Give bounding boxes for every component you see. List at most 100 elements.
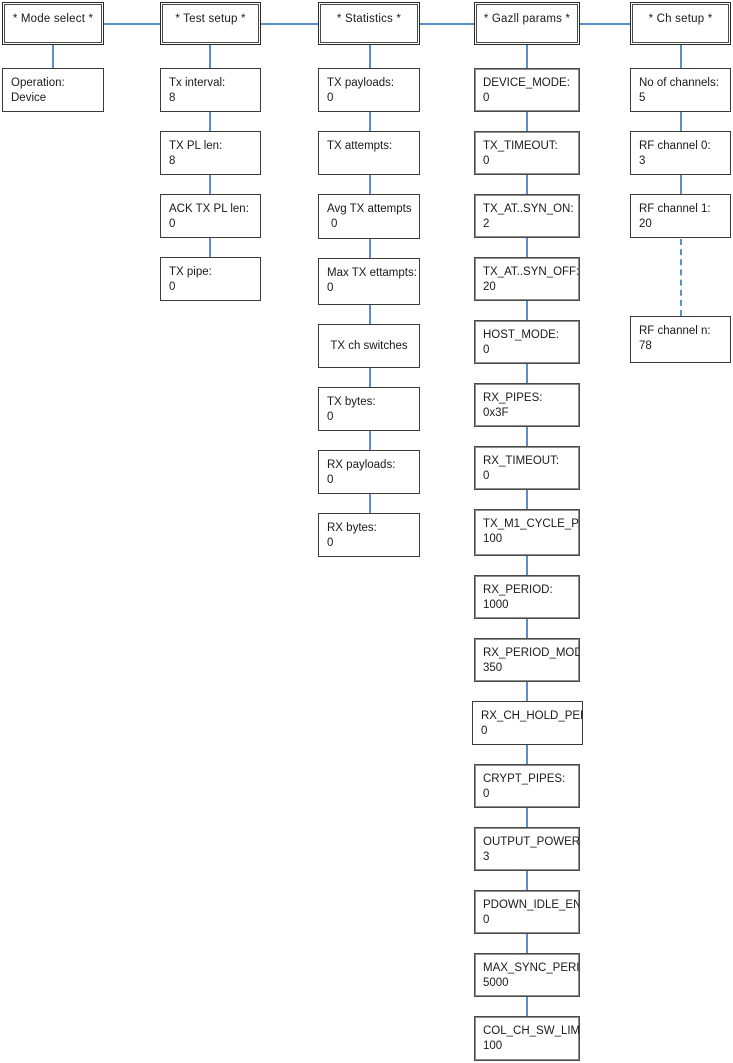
connector-gazll-v-0 (526, 45, 528, 68)
node-tx-at-syn-off[interactable]: TX_AT..SYN_OFF: 20 (474, 257, 580, 301)
node-value: 350 (483, 662, 503, 674)
node-operation[interactable]: Operation: Device (2, 68, 104, 112)
node-tx-interval[interactable]: Tx interval: 8 (160, 68, 261, 112)
node-label: MAX_SYNC_PERIOD: (483, 962, 580, 974)
header-label: * Mode select * (12, 13, 94, 25)
node-rx-bytes[interactable]: RX bytes: 0 (318, 513, 420, 557)
connector-test-v-2 (209, 175, 211, 194)
node-rx-ch-hold-per[interactable]: RX_CH_HOLD_PER: 0 (472, 701, 583, 745)
header-gazll-params[interactable]: * Gazll params * (474, 2, 580, 45)
connector-test-to-statistics (261, 23, 318, 25)
node-crypt-pipes[interactable]: CRYPT_PIPES: 0 (474, 764, 580, 808)
node-rx-payloads[interactable]: RX payloads: 0 (318, 450, 420, 494)
node-label: RX_PIPES: (483, 392, 543, 404)
connector-chsetup-v-1 (680, 112, 682, 131)
header-ch-setup[interactable]: * Ch setup * (630, 2, 731, 45)
node-rf-channel-0[interactable]: RF channel 0: 3 (630, 131, 731, 175)
header-mode-select[interactable]: * Mode select * (2, 2, 104, 45)
node-value: 8 (169, 155, 176, 167)
node-max-sync-period[interactable]: MAX_SYNC_PERIOD: 5000 (474, 953, 580, 997)
header-label: * Statistics * (336, 13, 402, 25)
node-value: 8 (169, 92, 176, 104)
header-label: * Gazll params * (483, 13, 571, 25)
connector-gazll-v-6 (526, 427, 528, 446)
connector-chsetup-v-2 (680, 175, 682, 194)
node-label: TX PL len: (169, 140, 223, 152)
node-label: TX_M1_CYCLE_PER: (483, 518, 579, 530)
node-tx-m1-cycle-per[interactable]: TX_M1_CYCLE_PER: 100 (474, 509, 580, 556)
node-no-of-channels[interactable]: No of channels: 5 (630, 68, 731, 112)
node-value: 0 (327, 92, 334, 104)
node-label: TX ch switches (330, 340, 408, 352)
node-label: No of channels: (639, 77, 719, 89)
node-tx-timeout[interactable]: TX_TIMEOUT: 0 (474, 131, 580, 175)
node-label: RX bytes: (327, 522, 377, 534)
connector-gazll-v-3 (526, 238, 528, 257)
node-value: 0 (169, 281, 176, 293)
node-tx-ch-switches[interactable]: TX ch switches (318, 324, 420, 368)
node-value: 3 (483, 851, 490, 863)
node-avg-tx-attempts[interactable]: Avg TX attempts 0 (318, 194, 420, 239)
node-tx-bytes[interactable]: TX bytes: 0 (318, 387, 420, 431)
node-tx-attempts[interactable]: TX attempts: (318, 131, 420, 175)
connector-chsetup-dashed (680, 239, 682, 316)
node-label: PDOWN_IDLE_EN: (483, 899, 580, 911)
connector-stats-v-2 (369, 175, 371, 194)
connector-stats-v-0 (369, 45, 371, 68)
connector-stats-v-4 (369, 305, 371, 324)
connector-gazll-v-10 (526, 682, 528, 701)
connector-test-v-1 (209, 112, 211, 131)
node-label: ACK TX PL len: (169, 203, 249, 215)
connector-stats-v-1 (369, 112, 371, 131)
node-value: 20 (483, 281, 496, 293)
node-value: 0 (483, 92, 490, 104)
node-device-mode[interactable]: DEVICE_MODE: 0 (474, 68, 580, 112)
node-value: 100 (483, 533, 503, 545)
connector-gazll-to-chsetup (580, 23, 630, 25)
node-rx-pipes[interactable]: RX_PIPES: 0x3F (474, 383, 580, 427)
connector-mode-v-0 (52, 45, 54, 68)
header-test-setup[interactable]: * Test setup * (160, 2, 261, 45)
node-tx-pl-len[interactable]: TX PL len: 8 (160, 131, 261, 175)
connector-gazll-v-4 (526, 301, 528, 320)
connector-stats-v-7 (369, 494, 371, 513)
node-rf-channel-1[interactable]: RF channel 1: 20 (630, 194, 731, 238)
connector-gazll-v-5 (526, 364, 528, 383)
node-value: 5000 (483, 977, 509, 989)
node-tx-payloads[interactable]: TX payloads: 0 (318, 68, 420, 112)
node-rx-period-mod[interactable]: RX_PERIOD_MOD: 350 (474, 638, 580, 682)
node-value: 0 (483, 914, 490, 926)
node-rx-period[interactable]: RX_PERIOD: 1000 (474, 575, 580, 619)
node-value: 100 (483, 1040, 503, 1052)
node-value: 20 (639, 218, 652, 230)
connector-gazll-v-9 (526, 619, 528, 638)
node-label: TX_AT..SYN_ON: (483, 203, 574, 215)
header-statistics[interactable]: * Statistics * (318, 2, 420, 45)
connector-gazll-v-15 (526, 997, 528, 1016)
node-host-mode[interactable]: HOST_MODE: 0 (474, 320, 580, 364)
header-label: * Test setup * (175, 13, 246, 25)
connector-gazll-v-14 (526, 934, 528, 953)
connector-chsetup-v-0 (680, 45, 682, 68)
node-label: RF channel 0: (639, 140, 711, 152)
node-col-ch-sw-lim[interactable]: COL_CH_SW_LIM: 100 (474, 1016, 580, 1061)
node-label: RX payloads: (327, 459, 396, 471)
node-value: 1000 (483, 599, 509, 611)
node-label: RF channel n: (639, 325, 711, 337)
node-value: 0 (327, 474, 334, 486)
node-output-power[interactable]: OUTPUT_POWER: 3 (474, 827, 580, 871)
node-label: Max TX ettampts: (327, 267, 417, 279)
node-pdown-idle-en[interactable]: PDOWN_IDLE_EN: 0 (474, 890, 580, 934)
node-rx-timeout[interactable]: RX_TIMEOUT: 0 (474, 446, 580, 490)
node-tx-pipe[interactable]: TX pipe: 0 (160, 257, 261, 301)
node-value: 0 (483, 155, 490, 167)
node-ack-tx-pl-len[interactable]: ACK TX PL len: 0 (160, 194, 261, 238)
node-max-tx-ettampts[interactable]: Max TX ettampts: 0 (318, 258, 420, 305)
node-label: COL_CH_SW_LIM: (483, 1025, 580, 1037)
node-rf-channel-n[interactable]: RF channel n: 78 (630, 316, 731, 363)
node-tx-at-syn-on[interactable]: TX_AT..SYN_ON: 2 (474, 194, 580, 238)
node-label: TX bytes: (327, 396, 376, 408)
node-label: TX_TIMEOUT: (483, 140, 558, 152)
node-label: DEVICE_MODE: (483, 77, 570, 89)
node-label: CRYPT_PIPES: (483, 773, 566, 785)
